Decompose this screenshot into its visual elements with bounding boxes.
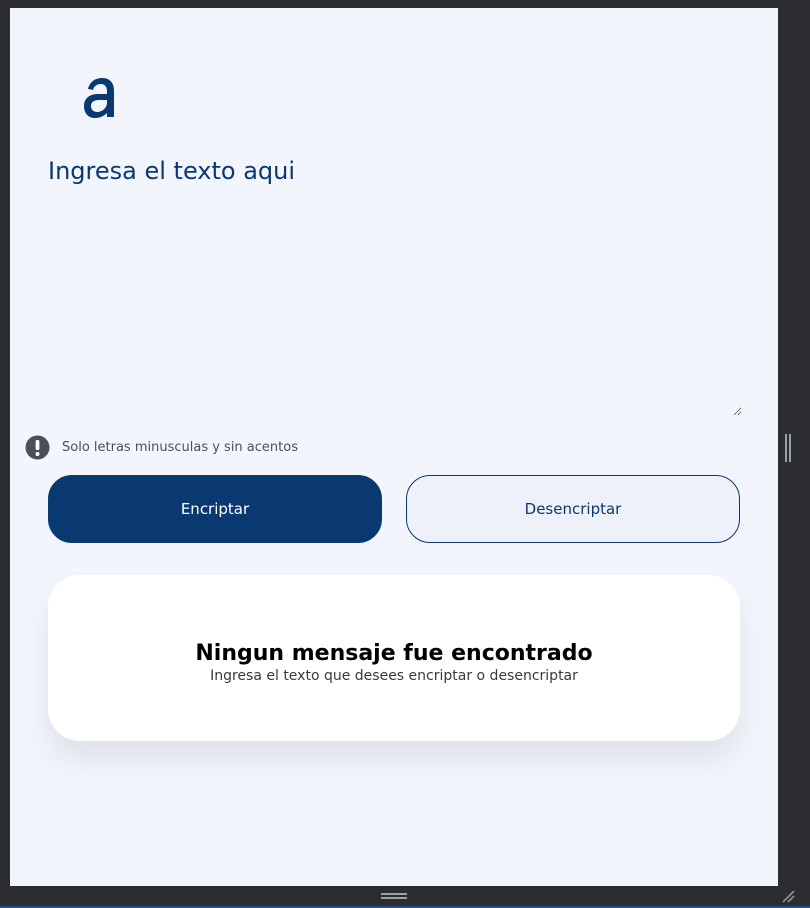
- encrypt-button[interactable]: Encriptar: [48, 475, 382, 543]
- hint-text: Solo letras minusculas y sin acentos: [62, 439, 298, 455]
- decrypt-button-label: Desencriptar: [524, 500, 622, 518]
- encrypt-button-label: Encriptar: [180, 500, 250, 518]
- devtools-frame: Solo letras minusculas y sin acentos Enc…: [0, 0, 810, 908]
- bottom-resize-handle[interactable]: [381, 893, 407, 899]
- side-resize-handle[interactable]: [785, 434, 791, 462]
- result-subtitle: Ingresa el texto que desees encriptar o …: [210, 667, 578, 684]
- page-viewport: Solo letras minusculas y sin acentos Enc…: [10, 8, 778, 886]
- input-hint: Solo letras minusculas y sin acentos: [25, 434, 298, 460]
- result-title: Ningun mensaje fue encontrado: [195, 640, 593, 666]
- alura-logo-icon: [84, 78, 114, 118]
- decrypt-button[interactable]: Desencriptar: [406, 475, 740, 543]
- message-input[interactable]: [48, 156, 742, 416]
- result-card: Ningun mensaje fue encontrado Ingresa el…: [48, 575, 740, 741]
- corner-resize-grip-icon[interactable]: [780, 888, 796, 904]
- exclamation-icon: [25, 435, 50, 459]
